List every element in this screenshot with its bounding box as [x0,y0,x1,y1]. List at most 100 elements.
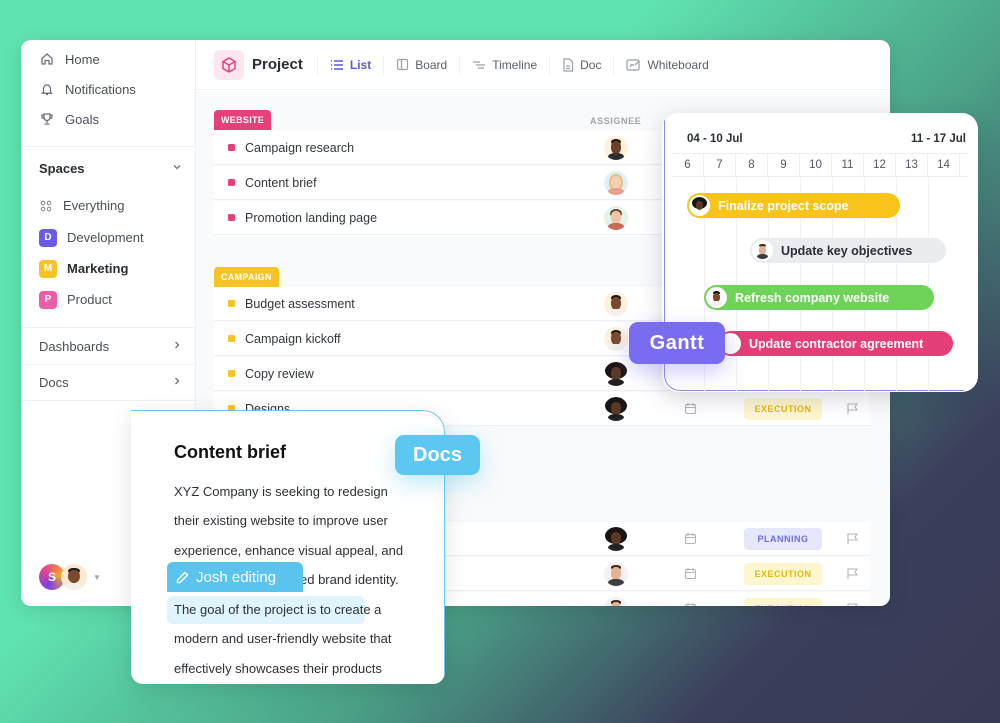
day-label: 14 [928,154,960,176]
bell-icon [39,81,55,97]
assignee-avatar[interactable] [604,562,628,586]
docs-view-tag: Docs [395,435,480,475]
doc-title: Content brief [174,442,286,462]
trophy-icon [39,111,55,127]
doc-text-line: The goal of the project is to create a [174,602,382,617]
bar-label: Update contractor agreement [749,336,924,351]
timeline-icon [472,59,486,71]
status-badge[interactable]: EXECUTION [744,398,822,420]
bar-avatar [689,195,710,216]
tab-label: Board [415,57,448,72]
flag-icon[interactable] [846,602,859,606]
whiteboard-icon [626,58,641,71]
sidebar-item-dashboards[interactable]: Dashboards [21,327,195,364]
docs-label: Docs [39,375,69,390]
sidebar-item-product[interactable]: P Product [21,284,195,315]
gantt-bar[interactable]: Refresh company website [704,285,934,310]
assignee-avatar[interactable] [604,171,628,195]
tab-whiteboard[interactable]: Whiteboard [613,54,720,75]
task-name: Content brief [245,175,317,190]
calendar-icon[interactable] [684,567,697,585]
tab-doc[interactable]: Doc [549,54,613,75]
day-header: 6 7 8 9 10 11 12 13 14 [672,153,968,177]
bar-label: Update key objectives [781,243,913,258]
sidebar-item-development[interactable]: D Development [21,222,195,253]
board-icon [396,58,409,71]
bar-avatar [752,240,773,261]
doc-text-line: ed brand identity. [300,572,399,587]
column-header-assignee[interactable]: ASSIGNEE [590,116,641,126]
sidebar-item-label: Notifications [65,81,136,97]
everything-label: Everything [63,198,125,213]
tab-label: Timeline [492,57,538,72]
space-label: Marketing [67,261,129,276]
user-menu[interactable]: S ▼ [39,564,101,590]
bar-avatar [706,287,727,308]
caret-down-icon: ▼ [93,572,101,582]
tab-board[interactable]: Board [383,54,459,75]
doc-text-line: experience, enhance visual appeal, and [174,543,404,558]
assignee-avatar[interactable] [604,397,628,421]
calendar-icon[interactable] [684,402,697,420]
sidebar-item-home[interactable]: Home [21,44,195,74]
flag-icon[interactable] [846,567,859,585]
assignee-avatar[interactable] [604,206,628,230]
assignee-avatar[interactable] [604,527,628,551]
calendar-icon[interactable] [684,532,697,550]
day-label: 12 [864,154,896,176]
status-square [228,144,235,151]
project-toolbar: Project List Board Timeline Doc Whiteboa… [196,40,890,90]
calendar-icon[interactable] [684,602,697,606]
day-label: 13 [896,154,928,176]
gridline [928,177,929,392]
dashboards-label: Dashboards [39,338,110,354]
tab-timeline[interactable]: Timeline [459,54,549,75]
sidebar-item-goals[interactable]: Goals [21,104,195,134]
status-badge[interactable]: PLANNING [744,528,822,550]
sidebar-item-label: Home [65,51,100,67]
chevron-right-icon [171,339,183,354]
gantt-bar[interactable]: Update contractor agreement [718,331,953,356]
group-label-website[interactable]: WEBSITE [214,110,272,130]
doc-text-line: modern and user-friendly website that [174,631,392,646]
status-square [228,335,235,342]
sidebar-item-notifications[interactable]: Notifications [21,74,195,104]
assignee-avatar[interactable] [604,362,628,386]
task-name: Promotion landing page [245,210,378,225]
tab-list[interactable]: List [316,54,383,75]
status-square [228,370,235,377]
assignee-avatar[interactable] [604,327,628,351]
gantt-bar[interactable]: Update key objectives [750,238,946,263]
spaces-header[interactable]: Spaces [21,147,195,189]
group-label-campaign[interactable]: CAMPAIGN [214,267,279,287]
list-icon [330,59,344,71]
sidebar-item-docs[interactable]: Docs [21,364,195,401]
status-square [228,300,235,307]
sidebar-item-label: Goals [65,111,99,127]
day-label: 6 [672,154,704,176]
bar-label: Finalize project scope [718,198,849,213]
space-avatar-product: P [39,290,57,309]
gantt-bar[interactable]: Finalize project scope [687,193,900,218]
status-badge[interactable]: EXECUTION [744,598,822,606]
task-name: Copy review [245,366,314,381]
assignee-avatar[interactable] [604,597,628,606]
flag-icon[interactable] [846,402,859,420]
sidebar-item-everything[interactable]: Everything [21,189,195,222]
chevron-down-icon [171,161,183,176]
doc-text-line: effectively showcases their products [174,661,382,676]
day-label: 9 [768,154,800,176]
assignee-avatar[interactable] [604,136,628,160]
everything-icon [39,199,53,213]
day-label: 7 [704,154,736,176]
week-label: 04 - 10 Jul [687,133,743,145]
assignee-avatar[interactable] [604,292,628,316]
status-square [228,214,235,221]
space-label: Development [67,230,144,245]
status-badge[interactable]: EXECUTION [744,563,822,585]
task-name: Campaign kickoff [245,331,341,346]
editor-label: Josh editing [196,568,277,586]
project-icon [214,49,244,80]
flag-icon[interactable] [846,532,859,550]
sidebar-item-marketing[interactable]: M Marketing [21,253,195,284]
